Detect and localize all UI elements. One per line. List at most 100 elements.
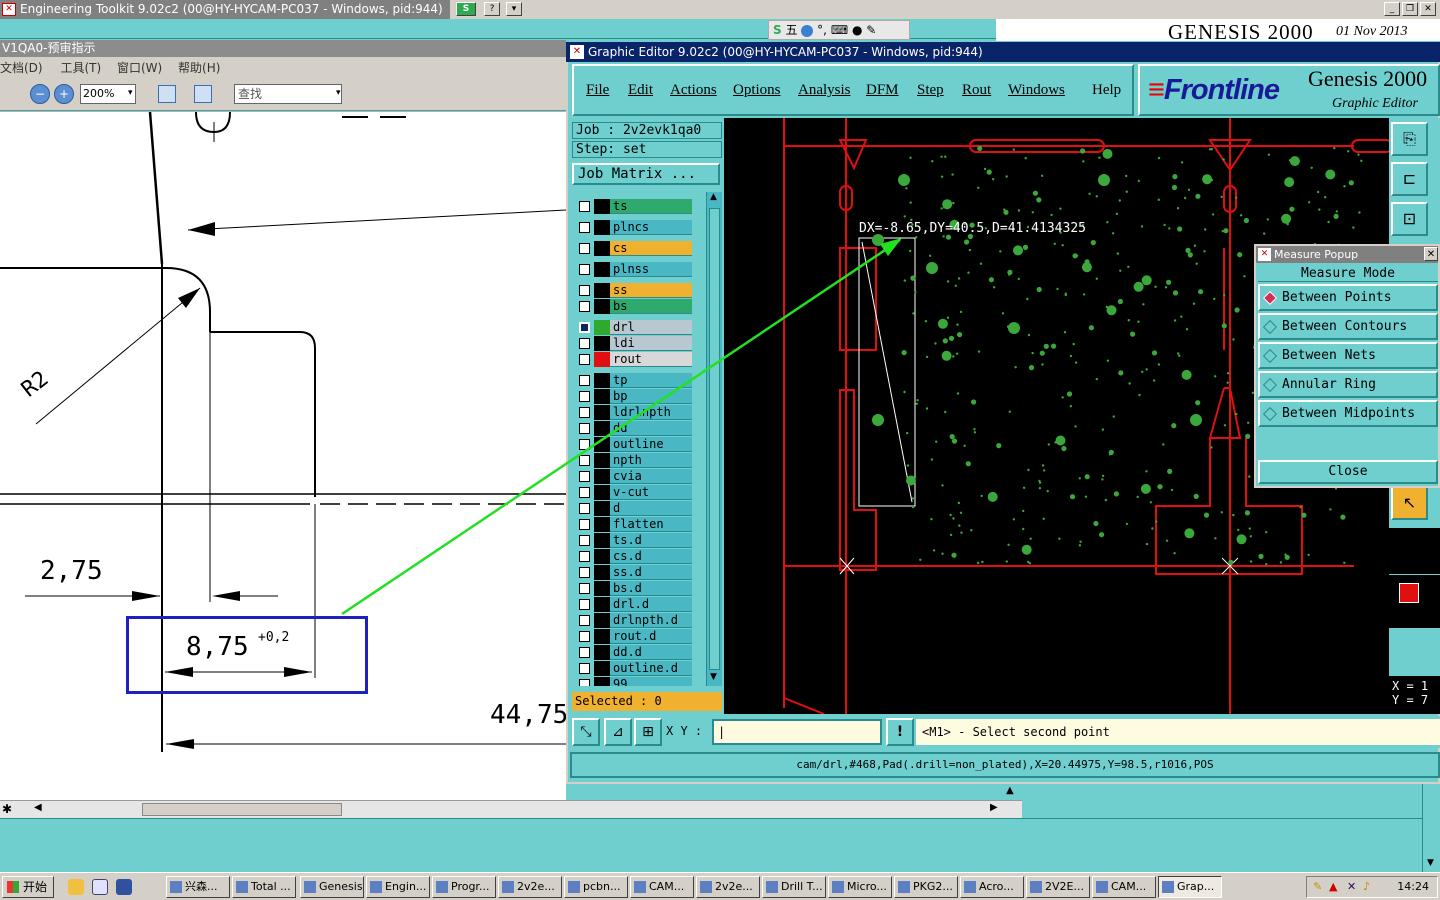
- layer-color-swatch[interactable]: [594, 283, 610, 298]
- layer-row[interactable]: drl: [576, 320, 694, 335]
- layer-row[interactable]: drl.d: [576, 597, 694, 612]
- mode-between-midpoints[interactable]: Between Midpoints: [1258, 400, 1438, 427]
- layer-row[interactable]: ss: [576, 283, 694, 298]
- layer-checkbox[interactable]: [579, 264, 590, 275]
- layer-name[interactable]: bp: [610, 389, 692, 404]
- menu-help[interactable]: Help: [1092, 82, 1121, 99]
- menu-dfm[interactable]: DFM: [866, 82, 899, 99]
- layer-row[interactable]: plnss: [576, 262, 694, 277]
- menu-edit[interactable]: Edit: [628, 82, 653, 99]
- layer-color-swatch[interactable]: [594, 299, 610, 314]
- layer-name[interactable]: ss.d: [610, 565, 692, 580]
- mode-between-contours[interactable]: Between Contours: [1258, 313, 1438, 340]
- layer-checkbox[interactable]: [579, 599, 590, 610]
- layer-name[interactable]: flatten: [610, 517, 692, 532]
- layer-name[interactable]: outline: [610, 437, 692, 452]
- close-icon[interactable]: ✕: [1420, 2, 1436, 16]
- layer-scrollbar[interactable]: ▲ ▼: [706, 192, 722, 686]
- right-vscrollbar[interactable]: ▼: [1422, 784, 1440, 872]
- find-dropdown-icon[interactable]: ▾: [336, 88, 341, 98]
- zoom-area-icon[interactable]: ⤡: [572, 718, 600, 746]
- layer-checkbox[interactable]: [579, 407, 590, 418]
- quicklaunch-clock-icon[interactable]: [68, 879, 84, 895]
- mode-between-points[interactable]: Between Points: [1258, 284, 1438, 311]
- layer-row[interactable]: dd: [576, 421, 694, 436]
- tray-acrobat-icon[interactable]: ▲: [1329, 877, 1337, 897]
- scroll-left-icon[interactable]: ◀: [34, 802, 42, 813]
- layer-name[interactable]: ss: [610, 283, 692, 298]
- layer-name[interactable]: drl.d: [610, 597, 692, 612]
- layer-scroll-thumb[interactable]: [709, 208, 720, 670]
- taskbar-task[interactable]: Drill T...: [762, 876, 826, 898]
- mode-between-nets[interactable]: Between Nets: [1258, 342, 1438, 369]
- taskbar-task[interactable]: PKG2...: [894, 876, 958, 898]
- taskbar-task[interactable]: Genesis: [300, 876, 364, 898]
- pointer-icon[interactable]: ↖: [1391, 486, 1428, 520]
- layer-row[interactable]: bs.d: [576, 581, 694, 596]
- layer-checkbox[interactable]: [579, 487, 590, 498]
- layer-name[interactable]: 99: [610, 677, 692, 686]
- grid-icon[interactable]: ⊞: [634, 718, 662, 746]
- scroll-down-icon[interactable]: ▼: [1427, 858, 1434, 868]
- mini-map[interactable]: [1389, 574, 1440, 628]
- ime-toolbar[interactable]: S 五 °, ⌨ ● ✎: [768, 20, 910, 40]
- acrobat-menu-help[interactable]: 帮助(H): [178, 61, 220, 75]
- alert-icon[interactable]: !: [886, 718, 914, 746]
- layer-name[interactable]: dd: [610, 421, 692, 436]
- layer-row[interactable]: cvia: [576, 469, 694, 484]
- snap-icon[interactable]: ⊏: [1391, 162, 1428, 196]
- chevron-down-icon[interactable]: ▾: [506, 2, 522, 16]
- menu-file[interactable]: File: [586, 82, 609, 99]
- acrobat-menu-window[interactable]: 窗口(W): [117, 61, 162, 75]
- menu-actions[interactable]: Actions: [670, 82, 717, 99]
- layer-row[interactable]: bs: [576, 299, 694, 314]
- layer-row[interactable]: outline: [576, 437, 694, 452]
- layer-name[interactable]: cs.d: [610, 549, 692, 564]
- layer-color-swatch[interactable]: [594, 373, 610, 388]
- layer-name[interactable]: rout: [610, 352, 692, 367]
- layer-color-swatch[interactable]: [594, 199, 610, 214]
- layer-name[interactable]: bs: [610, 299, 692, 314]
- layer-checkbox[interactable]: [579, 322, 590, 333]
- layer-row[interactable]: outline.d: [576, 661, 694, 676]
- layer-name[interactable]: ts.d: [610, 533, 692, 548]
- job-matrix-button[interactable]: Job Matrix ...: [572, 163, 720, 185]
- layer-row[interactable]: dd.d: [576, 645, 694, 660]
- ime-keyboard-icon[interactable]: ⌨: [831, 23, 848, 37]
- zoom-in-icon[interactable]: +: [54, 84, 74, 104]
- menu-analysis[interactable]: Analysis: [798, 82, 851, 99]
- layer-row[interactable]: d: [576, 501, 694, 516]
- layer-name[interactable]: outline.d: [610, 661, 692, 676]
- layer-name[interactable]: d: [610, 501, 692, 516]
- scroll-up-icon[interactable]: ▲: [1006, 785, 1014, 796]
- layer-checkbox[interactable]: [579, 647, 590, 658]
- layer-scroll-up-icon[interactable]: ▲: [710, 192, 717, 202]
- layer-color-swatch[interactable]: [594, 645, 610, 660]
- layer-checkbox[interactable]: [579, 615, 590, 626]
- layer-color-swatch[interactable]: [594, 453, 610, 468]
- layer-color-swatch[interactable]: [594, 220, 610, 235]
- layer-checkbox[interactable]: [579, 201, 590, 212]
- layer-color-swatch[interactable]: [594, 262, 610, 277]
- layer-checkbox[interactable]: [579, 375, 590, 386]
- layer-name[interactable]: plnss: [610, 262, 692, 277]
- taskbar-task[interactable]: pcbn...: [564, 876, 628, 898]
- layer-name[interactable]: tp: [610, 373, 692, 388]
- pdf-drawing-canvas[interactable]: R2 2,75 8,75 +0,2 44,75: [0, 112, 566, 800]
- layer-row[interactable]: ldrlnpth: [576, 405, 694, 420]
- layer-color-swatch[interactable]: [594, 336, 610, 351]
- taskbar-task[interactable]: Grap...: [1158, 876, 1222, 898]
- taskbar-task[interactable]: 兴森...: [166, 876, 230, 898]
- layer-checkbox[interactable]: [579, 567, 590, 578]
- layer-name[interactable]: plncs: [610, 220, 692, 235]
- layer-checkbox[interactable]: [579, 663, 590, 674]
- taskbar-task[interactable]: Micro...: [828, 876, 892, 898]
- layer-name[interactable]: v-cut: [610, 485, 692, 500]
- acrobat-menu-document[interactable]: 文档(D): [0, 61, 43, 75]
- layer-checkbox[interactable]: [579, 285, 590, 296]
- layer-row[interactable]: ss.d: [576, 565, 694, 580]
- acrobat-menu-tools[interactable]: 工具(T): [60, 61, 101, 75]
- layer-checkbox[interactable]: [579, 391, 590, 402]
- layer-row[interactable]: plncs: [576, 220, 694, 235]
- taskbar-task[interactable]: CAM...: [1092, 876, 1156, 898]
